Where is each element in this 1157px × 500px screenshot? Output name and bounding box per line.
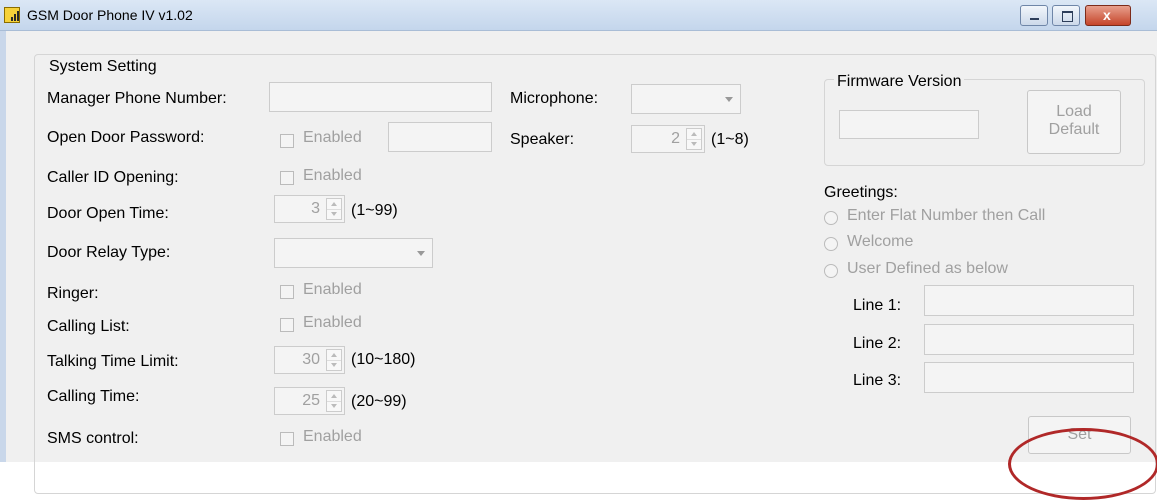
greeting-option-welcome-radio[interactable] (824, 237, 838, 251)
greeting-option-user-defined-radio[interactable] (824, 264, 838, 278)
calling-time-label: Calling Time: (47, 388, 140, 405)
chevron-down-icon (725, 97, 733, 102)
open-door-password-enabled-label: Enabled (303, 129, 362, 146)
chevron-down-icon (417, 251, 425, 256)
set-button-highlight-ring (1008, 428, 1157, 500)
speaker-spinner[interactable]: 2 (631, 125, 705, 153)
microphone-label: Microphone: (510, 90, 599, 107)
maximize-icon (1062, 11, 1073, 22)
speaker-value: 2 (671, 130, 680, 147)
open-door-password-label: Open Door Password: (47, 129, 205, 146)
door-open-time-label: Door Open Time: (47, 205, 169, 222)
sms-control-enabled-label: Enabled (303, 428, 362, 445)
sms-control-checkbox[interactable] (280, 432, 294, 446)
minimize-button[interactable] (1020, 5, 1048, 26)
calling-time-spinner[interactable]: 25 (274, 387, 345, 415)
door-open-time-value: 3 (311, 200, 320, 217)
firmware-version-label: Firmware Version (834, 73, 965, 91)
caller-id-enabled-label: Enabled (303, 167, 362, 184)
load-default-button[interactable]: Load Default (1027, 90, 1121, 154)
caller-id-opening-label: Caller ID Opening: (47, 169, 179, 186)
calling-list-checkbox[interactable] (280, 318, 294, 332)
close-icon: x (1103, 7, 1111, 23)
calling-list-label: Calling List: (47, 318, 130, 335)
signal-app-icon (4, 7, 20, 23)
maximize-button[interactable] (1052, 5, 1080, 26)
greeting-option-flat-number-radio[interactable] (824, 211, 838, 225)
line2-input[interactable] (924, 324, 1134, 355)
system-setting-label: System Setting (46, 58, 160, 76)
window-title: GSM Door Phone IV v1.02 (27, 7, 193, 23)
title-bar[interactable]: GSM Door Phone IV v1.02 x (0, 0, 1157, 31)
sms-control-label: SMS control: (47, 430, 139, 447)
greetings-label: Greetings: (824, 184, 898, 201)
caller-id-opening-checkbox[interactable] (280, 171, 294, 185)
spinner-arrows-icon[interactable] (326, 198, 342, 220)
talking-time-value: 30 (302, 351, 320, 368)
door-open-time-spinner[interactable]: 3 (274, 195, 345, 223)
ringer-checkbox[interactable] (280, 285, 294, 299)
minimize-icon (1030, 18, 1039, 20)
calling-time-range: (20~99) (351, 393, 407, 410)
microphone-select[interactable] (631, 84, 741, 114)
talking-time-range: (10~180) (351, 351, 416, 368)
spinner-arrows-icon[interactable] (326, 390, 342, 412)
line2-label: Line 2: (853, 335, 902, 352)
greeting-option-welcome-label: Welcome (847, 233, 914, 250)
talking-time-limit-label: Talking Time Limit: (47, 353, 179, 370)
door-open-time-range: (1~99) (351, 202, 398, 219)
talking-time-spinner[interactable]: 30 (274, 346, 345, 374)
calling-list-enabled-label: Enabled (303, 314, 362, 331)
firmware-version-field (839, 110, 979, 139)
spinner-arrows-icon[interactable] (326, 349, 342, 371)
ringer-enabled-label: Enabled (303, 281, 362, 298)
close-button[interactable]: x (1085, 5, 1131, 26)
door-relay-type-select[interactable] (274, 238, 433, 268)
calling-time-value: 25 (302, 392, 320, 409)
speaker-label: Speaker: (510, 131, 575, 148)
greeting-option-flat-number-label: Enter Flat Number then Call (847, 207, 1046, 224)
line3-label: Line 3: (853, 372, 902, 389)
open-door-password-input[interactable] (388, 122, 492, 152)
open-door-password-checkbox[interactable] (280, 134, 294, 148)
manager-phone-input[interactable] (269, 82, 492, 112)
manager-phone-label: Manager Phone Number: (47, 90, 227, 107)
spinner-arrows-icon[interactable] (686, 128, 702, 150)
load-default-label-line1: Load (1056, 103, 1092, 120)
greeting-option-user-defined-label: User Defined as below (847, 260, 1008, 277)
speaker-range: (1~8) (711, 131, 749, 148)
line3-input[interactable] (924, 362, 1134, 393)
door-relay-type-label: Door Relay Type: (47, 244, 171, 261)
load-default-label-line2: Default (1048, 121, 1100, 138)
window-client-area: System Setting Manager Phone Number: Ope… (0, 31, 1157, 500)
ringer-label: Ringer: (47, 285, 99, 302)
line1-input[interactable] (924, 285, 1134, 316)
line1-label: Line 1: (853, 297, 902, 314)
